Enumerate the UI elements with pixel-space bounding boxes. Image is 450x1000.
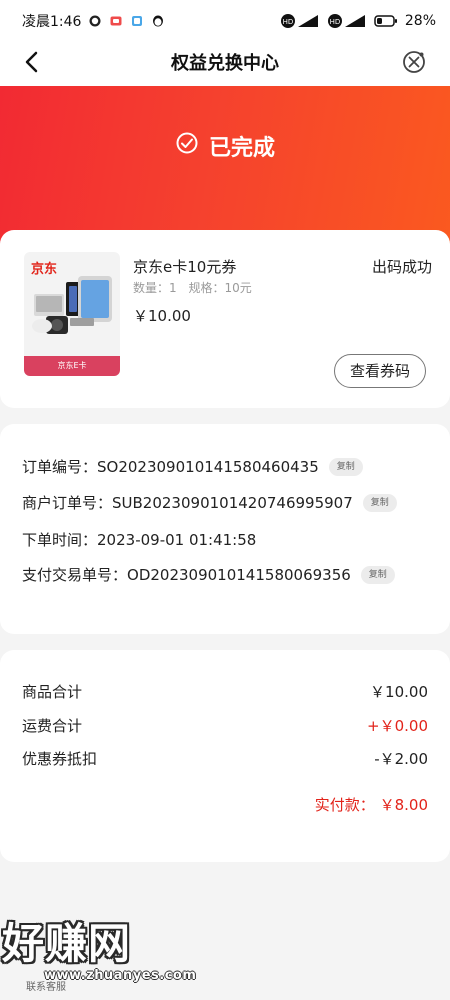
copy-payment-number-button[interactable]: 复制 bbox=[360, 565, 395, 584]
close-button[interactable] bbox=[398, 48, 430, 80]
merchant-order-value: SUB20230901014207469959​07 bbox=[112, 493, 353, 512]
close-circle-icon bbox=[401, 49, 427, 79]
hd-signal-icon: HD bbox=[280, 13, 320, 29]
status-bar: 凌晨1:46 HD HD 28% bbox=[0, 0, 450, 42]
merchant-order-label: 商户订单号： bbox=[22, 494, 113, 512]
copy-order-number-button[interactable]: 复制 bbox=[328, 457, 363, 476]
coupon-deduction-label: 优惠券抵扣 bbox=[22, 750, 98, 768]
payment-number-label: 支付交易单号： bbox=[22, 566, 128, 584]
status-left: 凌晨1:46 bbox=[22, 11, 165, 31]
order-info-card: 订单编号： SO202309010141580460435 复制 商户订单号： … bbox=[0, 424, 450, 634]
goods-total-value: ￥10.00 bbox=[370, 683, 428, 701]
qq-icon bbox=[151, 14, 165, 28]
order-number-row: 订单编号： SO202309010141580460435 复制 bbox=[22, 456, 363, 477]
nav-bar: 权益兑换中心 bbox=[0, 42, 450, 86]
order-time-value: 2023-09-01 01:41:58 bbox=[97, 530, 257, 549]
check-circle-icon bbox=[175, 131, 199, 161]
svg-text:HD: HD bbox=[330, 18, 341, 26]
payment-summary-card: 商品合计 ￥10.00 运费合计 +￥0.00 优惠券抵扣 -￥2.00 实付款… bbox=[0, 650, 450, 862]
order-number-value: SO202309010141580460435 bbox=[97, 457, 319, 476]
svg-text:HD: HD bbox=[283, 18, 294, 26]
product-spec: 规格：10元 bbox=[188, 281, 252, 295]
app-notification-icon bbox=[109, 14, 123, 28]
view-code-button[interactable]: 查看券码 bbox=[334, 354, 426, 388]
shipping-total-row: 运费合计 +￥0.00 bbox=[22, 715, 428, 736]
product-card: 京东 京东E卡 京东e卡10元券 数量：1 规格：10元 ￥10.00 出码成功… bbox=[0, 230, 450, 408]
payment-number-value: OD202309010141580069356 bbox=[127, 565, 351, 584]
app-notification-icon bbox=[130, 14, 144, 28]
customer-service-label[interactable]: 联系客服 bbox=[26, 978, 66, 993]
status-text: 已完成 bbox=[208, 136, 275, 161]
goods-total-row: 商品合计 ￥10.00 bbox=[22, 681, 428, 702]
watermark-url: www.zhuanyes.com bbox=[44, 968, 197, 983]
shipping-total-value: +￥0.00 bbox=[367, 717, 428, 735]
product-name: 京东e卡10元券 bbox=[133, 258, 237, 276]
alarm-icon bbox=[88, 14, 102, 28]
product-meta: 数量：1 规格：10元 bbox=[133, 279, 252, 296]
shipping-total-label: 运费合计 bbox=[22, 717, 83, 735]
battery-icon bbox=[374, 14, 398, 28]
page-title: 权益兑换中心 bbox=[171, 53, 279, 74]
ecard-caption: 京东E卡 bbox=[24, 356, 120, 376]
product-image: 京东 京东E卡 bbox=[24, 252, 120, 376]
product-quantity: 数量：1 bbox=[133, 281, 177, 295]
actual-payment: 实付款： ￥8.00 bbox=[315, 794, 428, 815]
watermark-main: 好赚网 bbox=[2, 919, 132, 968]
payment-number-row: 支付交易单号： OD202309010141580069356 复制 bbox=[22, 564, 395, 585]
gadgets-illustration bbox=[32, 276, 112, 334]
goods-total-label: 商品合计 bbox=[22, 683, 83, 701]
merchant-order-row: 商户订单号： SUB20230901014207469959​07 复制 bbox=[22, 492, 397, 513]
actual-payment-value: ￥8.00 bbox=[379, 796, 428, 814]
product-price: ￥10.00 bbox=[133, 307, 191, 325]
status-time: 凌晨1:46 bbox=[22, 14, 82, 30]
product-status: 出码成功 bbox=[371, 258, 432, 276]
hd-signal-icon: HD bbox=[327, 13, 367, 29]
status-right: HD HD 28% bbox=[280, 13, 436, 29]
coupon-deduction-value: -￥2.00 bbox=[374, 750, 428, 768]
coupon-deduction-row: 优惠券抵扣 -￥2.00 bbox=[22, 748, 428, 769]
actual-payment-label: 实付款： bbox=[314, 796, 375, 814]
order-status: 已完成 bbox=[0, 130, 450, 162]
order-time-row: 下单时间： 2023-09-01 01:41:58 bbox=[22, 529, 256, 550]
battery-level: 28% bbox=[404, 13, 436, 29]
order-time-label: 下单时间： bbox=[22, 531, 98, 549]
copy-merchant-order-button[interactable]: 复制 bbox=[362, 493, 397, 512]
order-number-label: 订单编号： bbox=[22, 458, 98, 476]
